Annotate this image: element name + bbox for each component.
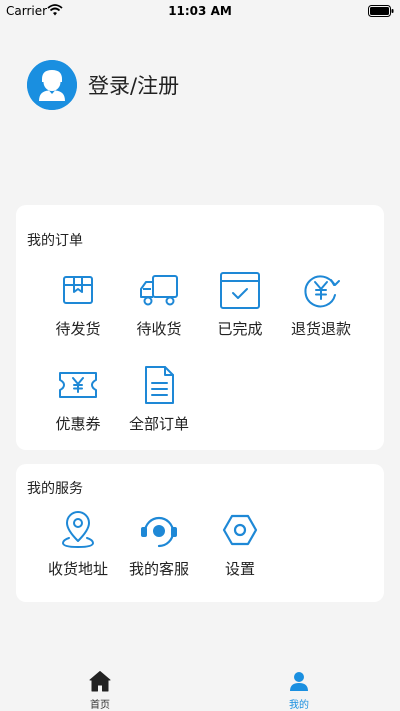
tab-mine-label: 我的 bbox=[289, 700, 309, 711]
coupon-ticket-icon bbox=[59, 372, 97, 398]
status-time: 11:03 AM bbox=[168, 4, 232, 18]
location-pin-icon bbox=[62, 511, 94, 548]
my-services-card: 我的服务 收货地址 我的客服 设置 bbox=[16, 464, 384, 602]
document-list-icon bbox=[145, 366, 174, 404]
tab-home[interactable]: 首页 bbox=[70, 670, 130, 711]
settings-label: 设置 bbox=[224, 560, 255, 578]
delivery-truck-icon bbox=[140, 275, 178, 306]
order-completed[interactable]: 已完成 bbox=[200, 270, 280, 339]
user-avatar-icon bbox=[27, 60, 77, 110]
order-completed-label: 已完成 bbox=[217, 320, 263, 338]
avatar[interactable] bbox=[27, 60, 77, 110]
all-orders[interactable]: 全部订单 bbox=[119, 365, 199, 434]
checked-box-icon bbox=[220, 272, 260, 309]
order-pending-receipt-label: 待收货 bbox=[136, 320, 182, 338]
customer-service[interactable]: 我的客服 bbox=[119, 510, 199, 579]
yuan-refund-icon bbox=[304, 275, 340, 308]
battery-icon bbox=[368, 5, 394, 17]
my-orders-title: 我的订单 bbox=[27, 233, 83, 249]
my-orders-card: 我的订单 待发货 待收货 已完成 退货退款 优惠券 全部订单 bbox=[16, 205, 384, 450]
shipping-address[interactable]: 收货地址 bbox=[38, 510, 118, 579]
coupons[interactable]: 优惠券 bbox=[38, 365, 118, 434]
customer-service-label: 我的客服 bbox=[128, 560, 189, 578]
customer-service-icon bbox=[141, 516, 177, 548]
coupons-label: 优惠券 bbox=[55, 415, 101, 433]
order-pending-shipment-label: 待发货 bbox=[55, 320, 101, 338]
order-refund-label: 退货退款 bbox=[290, 320, 351, 338]
all-orders-label: 全部订单 bbox=[128, 415, 189, 433]
login-register-entry[interactable]: 登录/注册 bbox=[27, 60, 179, 110]
hexagon-nut-settings-icon bbox=[222, 514, 258, 546]
login-register-label[interactable]: 登录/注册 bbox=[88, 70, 179, 100]
home-icon bbox=[89, 671, 111, 692]
order-refund[interactable]: 退货退款 bbox=[281, 270, 361, 339]
shipping-address-label: 收货地址 bbox=[47, 560, 108, 578]
package-box-icon bbox=[63, 276, 93, 304]
settings[interactable]: 设置 bbox=[200, 510, 280, 579]
bottom-tab-bar: 首页 我的 bbox=[0, 664, 400, 711]
tab-mine[interactable]: 我的 bbox=[269, 670, 329, 711]
my-services-title: 我的服务 bbox=[27, 481, 83, 497]
user-icon bbox=[290, 672, 308, 691]
order-pending-receipt[interactable]: 待收货 bbox=[119, 270, 199, 339]
tab-home-label: 首页 bbox=[90, 700, 110, 711]
status-bar: Carrier 11:03 AM bbox=[0, 0, 400, 22]
order-pending-shipment[interactable]: 待发货 bbox=[38, 270, 118, 339]
